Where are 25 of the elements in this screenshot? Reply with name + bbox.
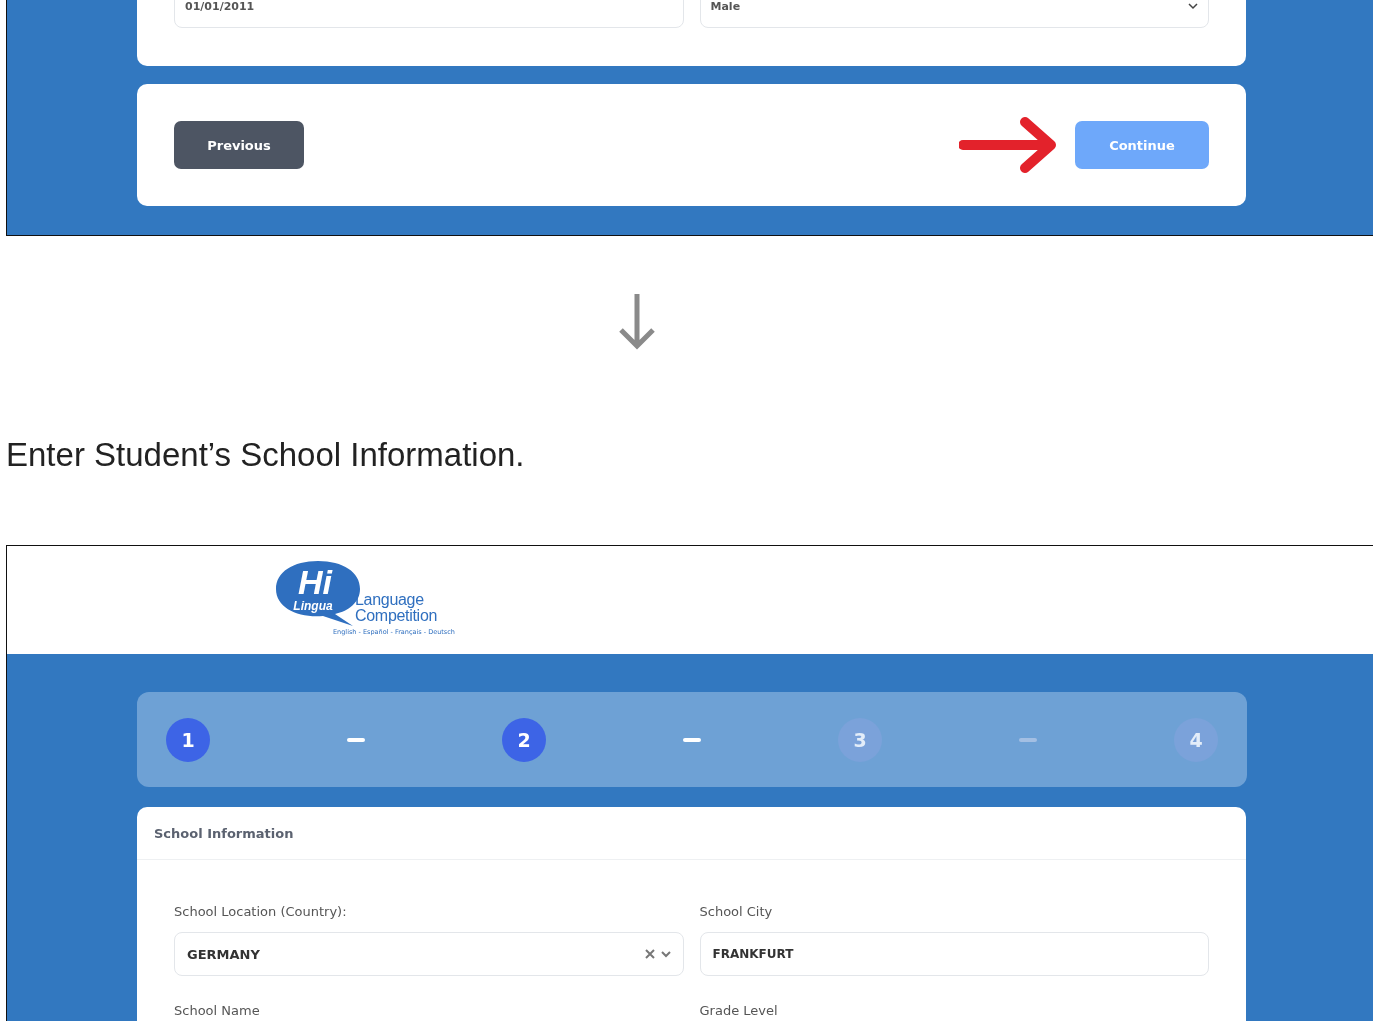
previous-button[interactable]: Previous xyxy=(174,121,304,169)
step-connector xyxy=(347,737,365,742)
step-number: 4 xyxy=(1174,717,1218,762)
field-label: School City xyxy=(699,904,774,920)
section-title: School Information xyxy=(154,825,294,841)
arrow-down-icon xyxy=(616,292,657,350)
step-connector xyxy=(683,737,701,742)
input-field[interactable]: FRANKFURT xyxy=(699,932,1209,976)
select-field[interactable]: Male xyxy=(699,0,1209,28)
chevron-down-icon[interactable] xyxy=(660,950,671,958)
field-label: Grade Level xyxy=(699,1003,779,1019)
step-number: 2 xyxy=(502,717,546,762)
step-number: 3 xyxy=(838,717,882,762)
step-number: 1 xyxy=(166,717,210,762)
logo-title: Language xyxy=(355,592,424,608)
field-label: School Location (Country): xyxy=(174,904,348,920)
input-field[interactable]: 01/01/2011 xyxy=(174,0,684,28)
chevron-down-icon xyxy=(1188,2,1198,10)
logo-title: Competition xyxy=(355,608,439,624)
select-field[interactable]: GERMANY xyxy=(174,932,684,976)
field-label: School Name xyxy=(174,1003,261,1019)
arrow-right-icon xyxy=(959,116,1059,174)
clear-icon[interactable] xyxy=(644,949,655,959)
instruction-text: Enter Student’s School Information. xyxy=(6,435,526,475)
step-connector xyxy=(1019,737,1037,742)
